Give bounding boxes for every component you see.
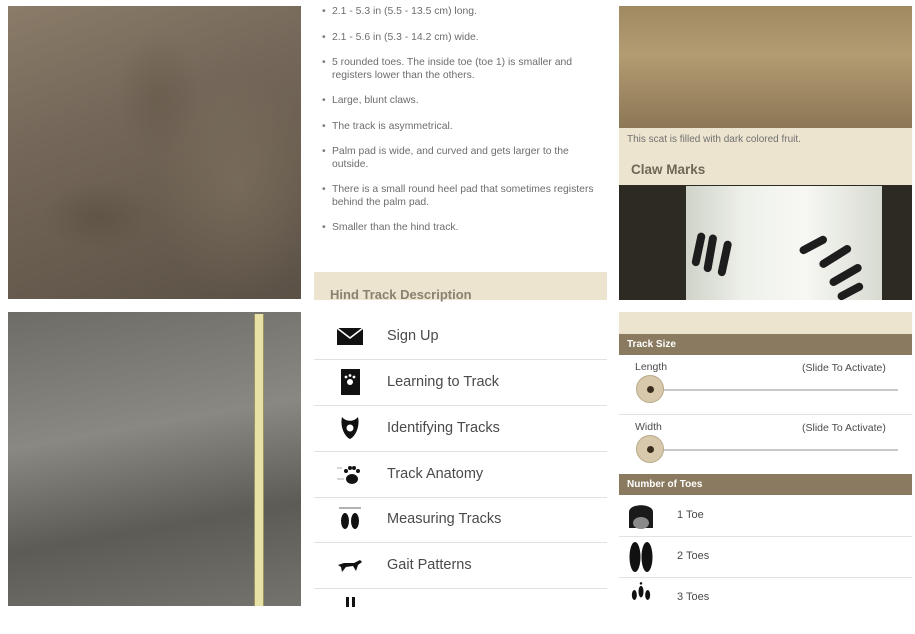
length-slider-track[interactable] [648, 389, 898, 391]
divider [619, 414, 912, 415]
track-size-title: Track Size [627, 339, 676, 350]
menu-item-partial[interactable] [314, 589, 607, 634]
menu-item-label: Gait Patterns [387, 557, 472, 573]
envelope-icon [336, 327, 364, 345]
one-toe-hoof-icon [629, 505, 653, 529]
toe-option-1[interactable]: 1 Toe [619, 496, 912, 537]
menu-item-label: Learning to Track [387, 374, 500, 390]
length-slide-hint: (Slide To Activate) [802, 362, 886, 374]
toe-option-label: 1 Toe [677, 509, 704, 521]
toe-option-label: 3 Toes [677, 591, 710, 603]
bullet-item: There is a small round heel pad that som… [320, 184, 600, 209]
bullet-item: The track is asymmetrical. [320, 121, 600, 134]
three-toes-track-icon [631, 582, 651, 600]
bullet-item: 5 rounded toes. The inside toe (toe 1) i… [320, 57, 600, 82]
track-size-header: Track Size [619, 334, 912, 355]
menu-item-identifying-tracks[interactable]: Identifying Tracks [314, 406, 607, 452]
length-label: Length [635, 361, 668, 373]
menu-item-gait-patterns[interactable]: Gait Patterns [314, 543, 607, 589]
menu-item-measuring-tracks[interactable]: Measuring Tracks [314, 497, 607, 543]
scat-caption: This scat is filled with dark colored fr… [627, 134, 801, 145]
menu-item-label: Track Anatomy [387, 466, 484, 482]
two-toes-hoof-icon [629, 542, 653, 572]
width-slider-knob[interactable] [636, 435, 664, 463]
menu-item-label: Sign Up [387, 328, 439, 344]
width-slide-hint: (Slide To Activate) [802, 422, 886, 434]
width-slider-track[interactable] [648, 449, 898, 451]
front-track-description-list: 2.1 - 5.3 in (5.5 - 13.5 cm) long. 2.1 -… [320, 6, 600, 248]
scat-photo [619, 6, 912, 128]
menu-item-label: Identifying Tracks [387, 420, 500, 436]
menu-item-learning-to-track[interactable]: Learning to Track [314, 360, 607, 406]
scat-caption-bar: This scat is filled with dark colored fr… [619, 128, 912, 185]
length-slider-knob[interactable] [636, 375, 664, 403]
hind-track-heading: Hind Track Description [330, 287, 472, 302]
toe-option-label: 2 Toes [677, 550, 710, 562]
filter-top-strip [619, 312, 912, 334]
bullet-item: Smaller than the hind track. [320, 222, 600, 235]
menu-item-track-anatomy[interactable]: Track Anatomy [314, 452, 607, 498]
toe-option-3[interactable]: 3 Toes [619, 578, 912, 618]
bullet-item: 2.1 - 5.6 in (5.3 - 14.2 cm) wide. [320, 32, 600, 45]
partial-icon [346, 597, 355, 607]
bullet-item: Palm pad is wide, and curved and gets la… [320, 146, 600, 171]
book-icon [341, 369, 360, 395]
ruler-prints-icon [339, 507, 361, 529]
sand-track-photo [8, 6, 301, 299]
number-of-toes-header: Number of Toes [619, 474, 912, 495]
menu-item-sign-up[interactable]: Sign Up [314, 314, 607, 360]
measuring-tape [254, 314, 264, 606]
bullet-item: Large, blunt claws. [320, 95, 600, 108]
toe-option-2[interactable]: 2 Toes [619, 537, 912, 578]
bullet-item: 2.1 - 5.3 in (5.5 - 13.5 cm) long. [320, 6, 600, 19]
menu-item-label: Measuring Tracks [387, 511, 502, 527]
number-of-toes-title: Number of Toes [627, 479, 703, 490]
running-animal-icon [338, 560, 362, 572]
hind-track-heading-bar[interactable]: Hind Track Description [314, 272, 607, 302]
width-label: Width [635, 421, 662, 433]
track-id-icon [341, 417, 359, 439]
claw-marks-heading: Claw Marks [631, 162, 706, 177]
paw-anatomy-icon [337, 466, 360, 484]
